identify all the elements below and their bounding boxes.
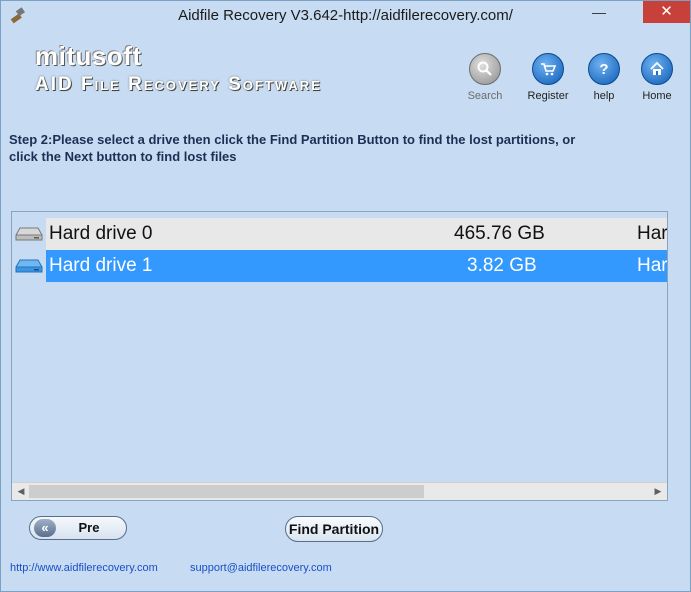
scrollbar-thumb[interactable] — [29, 485, 424, 498]
app-window: Aidfile Recovery V3.642-http://aidfilere… — [0, 0, 691, 592]
logo-brand: mitusoft — [35, 41, 142, 71]
pre-button-label: Pre — [78, 520, 100, 535]
register-label: Register — [527, 90, 569, 102]
hard-drive-icon — [12, 250, 46, 282]
title-bar[interactable]: Aidfile Recovery V3.642-http://aidfilere… — [1, 1, 690, 31]
svg-text:?: ? — [599, 61, 608, 78]
search-icon — [469, 53, 501, 85]
drive-list[interactable]: Hard drive 0 465.76 GB Har Hard drive 1 … — [11, 211, 668, 501]
pre-button[interactable]: « Pre — [29, 516, 127, 540]
drive-name: Hard drive 0 — [49, 223, 153, 244]
step-line-2: click the Next button to find lost files — [9, 149, 237, 164]
drive-size: 465.76 GB — [454, 223, 545, 244]
step-line-1: Step 2:Please select a drive then click … — [9, 132, 576, 147]
find-partition-button[interactable]: Find Partition — [285, 516, 383, 542]
home-label: Home — [642, 90, 672, 102]
support-email-link[interactable]: support@aidfilerecovery.com — [190, 562, 332, 574]
drive-row-selected[interactable]: Hard drive 1 3.82 GB Har — [12, 250, 667, 282]
horizontal-scrollbar[interactable]: ◀ ▶ — [12, 482, 667, 500]
home-button[interactable]: Home — [629, 53, 685, 102]
drive-row[interactable]: Hard drive 0 465.76 GB Har — [12, 218, 667, 250]
drive-type: Har — [637, 223, 668, 244]
step-instructions: Step 2:Please select a drive then click … — [9, 131, 669, 165]
help-icon: ? — [588, 53, 620, 85]
double-chevron-left-icon: « — [34, 519, 56, 537]
home-icon — [641, 53, 673, 85]
search-button[interactable]: Search — [457, 53, 513, 102]
drive-type: Har — [637, 255, 668, 276]
search-label: Search — [467, 90, 503, 102]
help-label: help — [593, 90, 615, 102]
logo: mitusoft AID File Recovery Software — [35, 41, 322, 96]
drive-name: Hard drive 1 — [49, 255, 153, 276]
close-button[interactable]: ✕ — [643, 1, 690, 23]
scroll-left-icon[interactable]: ◀ — [14, 485, 28, 498]
hard-drive-icon — [12, 218, 46, 250]
logo-tagline: AID File Recovery Software — [35, 74, 322, 95]
scroll-right-icon[interactable]: ▶ — [651, 485, 665, 498]
minimize-button[interactable]: — — [583, 1, 615, 23]
cart-icon — [532, 53, 564, 85]
register-button[interactable]: Register — [520, 53, 576, 102]
website-link[interactable]: http://www.aidfilerecovery.com — [10, 562, 158, 574]
drive-size: 3.82 GB — [467, 255, 537, 276]
help-button[interactable]: ? help — [576, 53, 632, 102]
